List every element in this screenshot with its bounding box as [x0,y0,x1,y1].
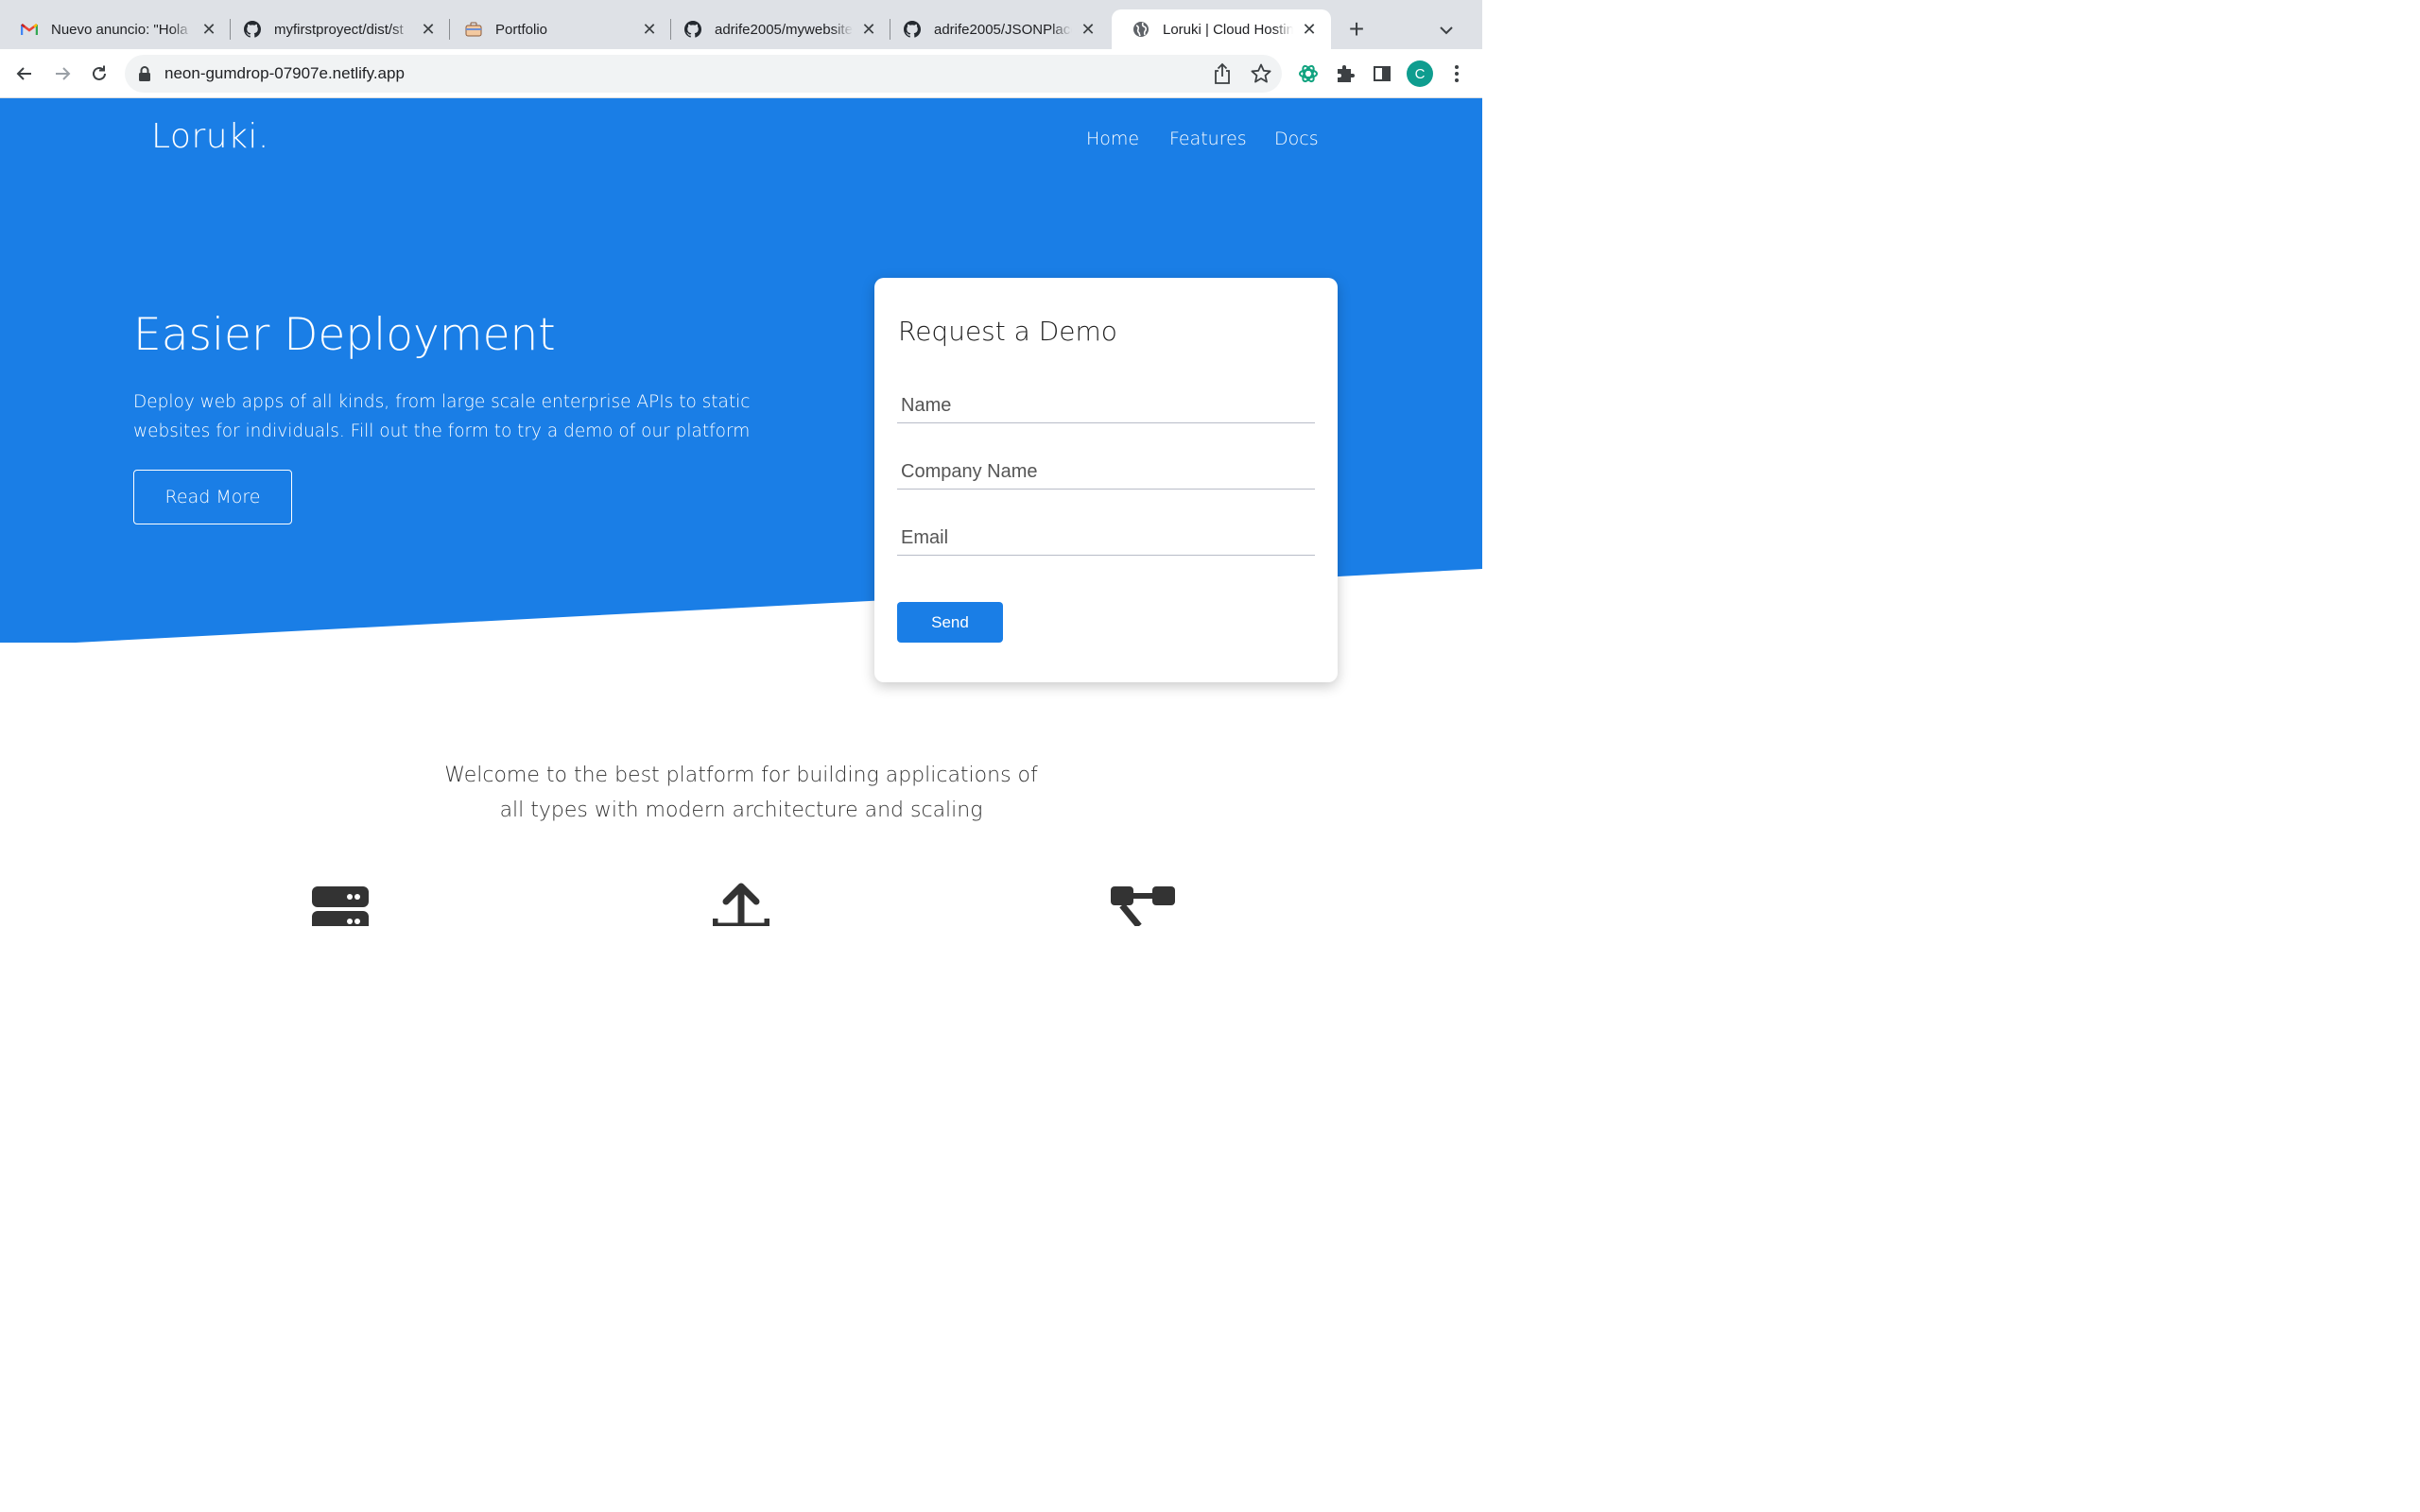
reload-icon [93,65,106,80]
github-icon [244,21,261,38]
new-tab-button[interactable]: + [1342,14,1371,43]
tab-title: Portfolio [495,21,548,38]
webpage: Loruki. Home Features Docs Easier Deploy… [0,98,1482,926]
tab-portfolio[interactable]: Portfolio ✕ [444,9,671,49]
tab-gmail[interactable]: Nuevo anuncio: "Hola ✕ [0,9,231,49]
tab-loruki-active[interactable]: Loruki | Cloud Hosting ✕ [1112,9,1331,49]
extensions-puzzle-icon[interactable] [1330,59,1360,89]
tab-title: adrife2005/mywebsite [715,21,853,38]
tab-search-chevron-icon[interactable] [1433,17,1460,43]
bookmark-star-icon[interactable] [1250,62,1272,90]
nav-docs-link[interactable]: Docs [1274,129,1319,149]
tab-title: myfirstproyect/dist/st [274,21,404,38]
network-icon [1111,881,1175,926]
name-field[interactable] [897,389,1315,423]
close-icon[interactable]: ✕ [639,19,660,40]
share-icon[interactable] [1212,62,1233,90]
read-more-button[interactable]: Read More [133,470,292,524]
reload-button[interactable] [84,59,114,89]
tab-title: adrife2005/JSONPlace [934,21,1072,38]
server-icon [312,881,369,926]
close-icon[interactable]: ✕ [858,19,879,40]
portfolio-icon [465,21,482,38]
nav-features-link[interactable]: Features [1169,129,1247,149]
tab-github-1[interactable]: myfirstproyect/dist/st ✕ [223,9,450,49]
forward-button[interactable] [47,59,78,89]
demo-request-form: Request a Demo Send [874,278,1338,682]
browser-toolbar: neon-gumdrop-07907e.netlify.app C [0,49,1482,98]
side-panel-icon[interactable] [1367,59,1397,89]
tab-title: Loruki | Cloud Hosting [1163,21,1293,38]
tab-title: Nuevo anuncio: "Hola [51,21,188,38]
company-name-field[interactable] [897,455,1315,490]
lock-icon [138,65,151,87]
close-icon[interactable]: ✕ [199,19,219,40]
back-arrow-icon [16,67,31,80]
hero-title: Easier Deployment [133,309,556,361]
hero-description: Deploy web apps of all kinds, from large… [133,392,751,441]
browser-tab-strip: Nuevo anuncio: "Hola ✕ myfirstproyect/di… [0,0,1482,49]
address-bar[interactable]: neon-gumdrop-07907e.netlify.app [125,55,1282,93]
email-field[interactable] [897,522,1315,556]
close-icon[interactable]: ✕ [418,19,439,40]
chatgpt-extension-icon[interactable] [1293,59,1323,89]
globe-icon [1132,21,1150,38]
gmail-icon [21,21,38,38]
github-icon [684,21,701,38]
upload-icon [711,881,771,926]
send-button[interactable]: Send [897,602,1003,643]
site-logo[interactable]: Loruki. [151,117,269,156]
close-icon[interactable]: ✕ [1299,19,1320,40]
welcome-text: Welcome to the best platform for buildin… [444,764,1038,822]
tab-github-3[interactable]: adrife2005/JSONPlace ✕ [883,9,1110,49]
back-button[interactable] [9,59,40,89]
tab-github-2[interactable]: adrife2005/mywebsite ✕ [664,9,890,49]
forward-arrow-icon [56,67,71,80]
form-title: Request a Demo [898,316,1117,347]
url-text: neon-gumdrop-07907e.netlify.app [164,64,405,82]
profile-avatar[interactable]: C [1407,60,1433,87]
github-icon [904,21,921,38]
close-icon[interactable]: ✕ [1078,19,1098,40]
browser-menu-kebab-icon[interactable] [1442,59,1472,89]
nav-home-link[interactable]: Home [1086,129,1139,149]
